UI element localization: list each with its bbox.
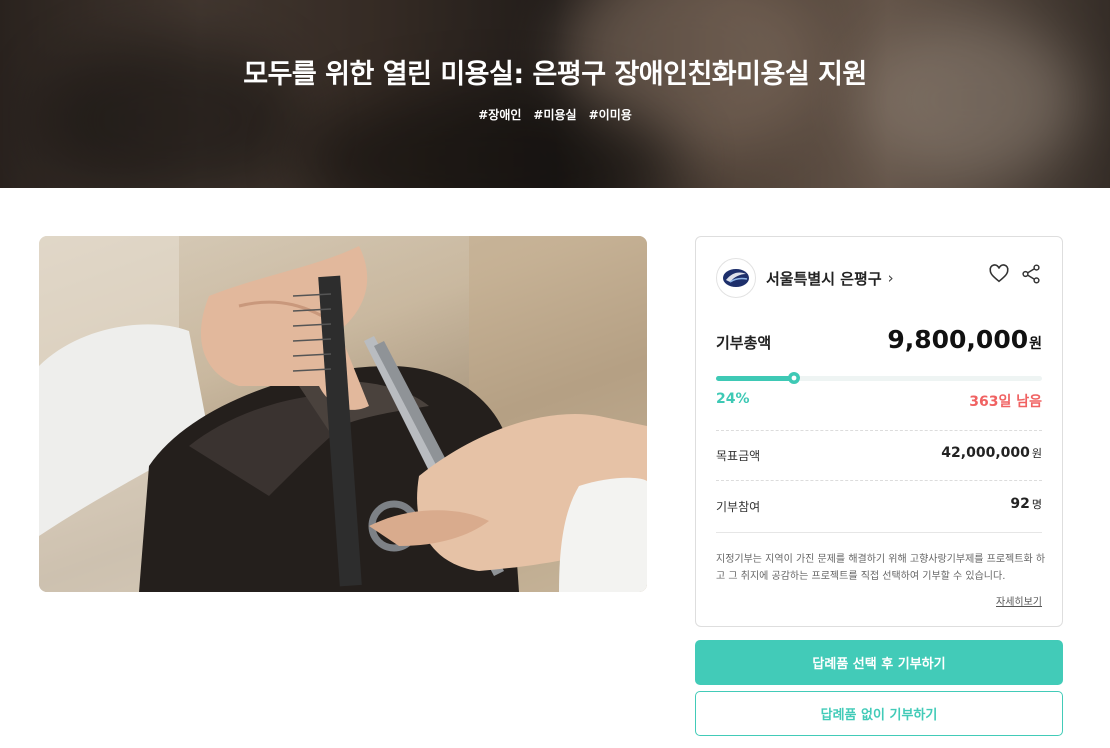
chevron-right-icon: › <box>887 269 894 287</box>
participants-count: 92 명 <box>1010 496 1042 512</box>
organization-name: 서울특별시 은평구 <box>766 269 882 288</box>
goal-amount-unit: 원 <box>1031 447 1042 460</box>
heart-icon[interactable] <box>988 263 1010 285</box>
project-photo <box>39 236 647 592</box>
participants-value: 92 <box>1010 496 1030 512</box>
hashtag[interactable]: #미용실 <box>533 106 576 123</box>
donate-with-gift-button[interactable]: 답례품 선택 후 기부하기 <box>695 640 1063 685</box>
participants-label: 기부참여 <box>716 500 761 514</box>
total-amount-value: 9,800,000 <box>887 325 1029 354</box>
progress-fill <box>716 376 795 381</box>
district-logo-icon <box>716 258 756 298</box>
total-amount-label: 기부총액 <box>716 334 772 352</box>
page-title: 모두를 위한 열린 미용실: 은평구 장애인친화미용실 지원 <box>243 59 867 90</box>
progress-percent: 24% <box>716 391 750 407</box>
total-amount: 9,800,000원 <box>887 325 1042 354</box>
progress-bar <box>716 372 1042 384</box>
goal-amount-label: 목표금액 <box>716 449 761 463</box>
goal-amount: 42,000,000 원 <box>941 445 1042 461</box>
goal-amount-value: 42,000,000 <box>941 445 1030 461</box>
days-remaining: 363일 남음 <box>969 394 1042 410</box>
donate-without-gift-button[interactable]: 답례품 없이 기부하기 <box>695 691 1063 736</box>
hashtag[interactable]: #이미용 <box>589 106 632 123</box>
designated-donation-notice: 지정기부는 지역이 가진 문제를 해결하기 위해 고향사랑기부제를 프로젝트화 … <box>716 554 1046 582</box>
haircut-photo <box>39 236 647 592</box>
hero-banner: 모두를 위한 열린 미용실: 은평구 장애인친화미용실 지원 #장애인 #미용실… <box>0 0 1110 188</box>
divider <box>716 480 1042 481</box>
hashtag-list: #장애인 #미용실 #이미용 <box>0 106 1110 123</box>
organization-link[interactable]: 서울특별시 은평구 › <box>716 258 894 298</box>
total-amount-unit: 원 <box>1029 336 1042 352</box>
donation-card: 서울특별시 은평구 › 기부총액 9,800,000원 24% 363일 남음 … <box>695 236 1063 627</box>
participants-unit: 명 <box>1031 498 1042 511</box>
learn-more-link[interactable]: 자세히보기 <box>996 593 1042 608</box>
share-icon[interactable] <box>1020 263 1042 285</box>
divider <box>716 532 1042 533</box>
divider <box>716 430 1042 431</box>
hashtag[interactable]: #장애인 <box>478 106 521 123</box>
progress-marker-icon <box>788 372 801 384</box>
